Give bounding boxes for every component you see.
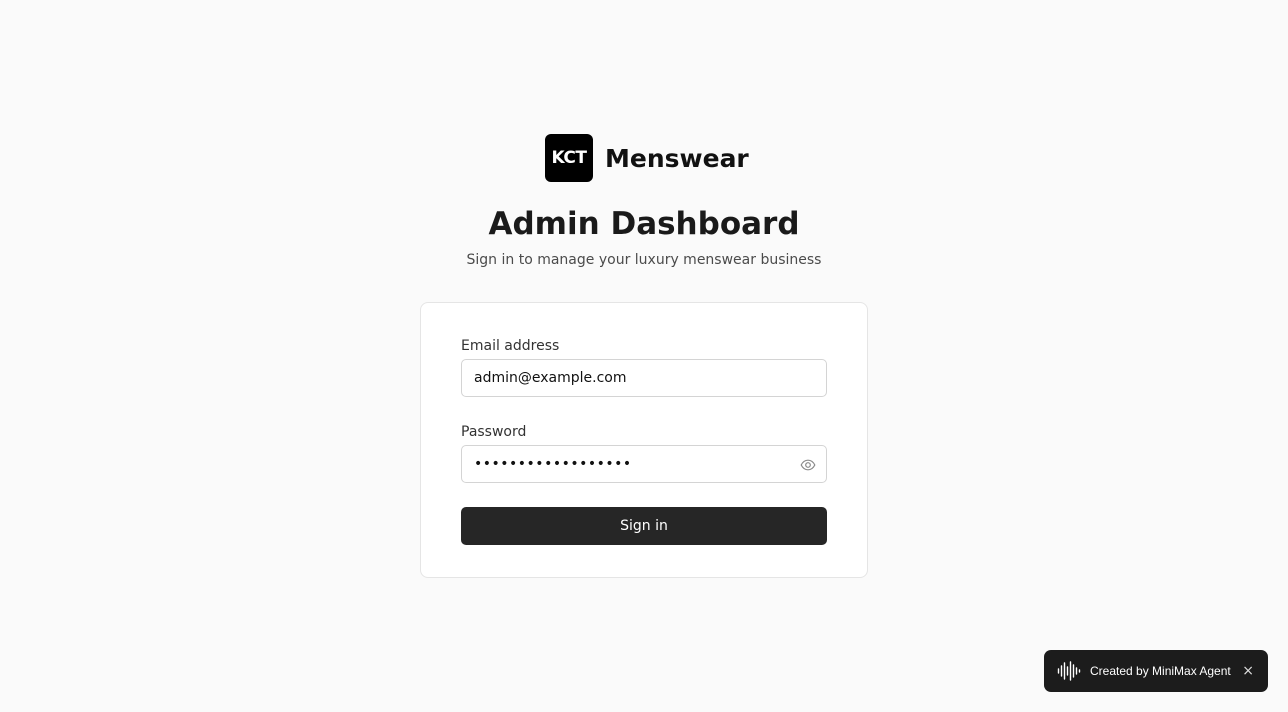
eye-icon[interactable]: [800, 457, 816, 473]
email-field[interactable]: [474, 360, 794, 396]
password-field-wrapper: [461, 445, 827, 483]
brand: KCT Menswear: [545, 134, 749, 182]
sign-in-button[interactable]: Sign in: [461, 507, 827, 545]
brand-logo: KCT: [545, 134, 593, 182]
password-label: Password: [461, 424, 527, 440]
close-icon[interactable]: ×: [1242, 661, 1254, 681]
page-subtitle: Sign in to manage your luxury menswear b…: [466, 252, 822, 268]
created-by-toast[interactable]: Created by MiniMax Agent ×: [1044, 650, 1268, 692]
brand-name: Menswear: [605, 143, 749, 173]
email-label: Email address: [461, 338, 560, 354]
email-field-wrapper: [461, 359, 827, 397]
toast-text: Created by MiniMax Agent: [1090, 664, 1231, 678]
password-field[interactable]: [474, 446, 794, 482]
login-card: Email address Password Sign in: [420, 302, 868, 578]
soundwave-icon: [1057, 661, 1082, 681]
page-title: Admin Dashboard: [488, 206, 800, 242]
